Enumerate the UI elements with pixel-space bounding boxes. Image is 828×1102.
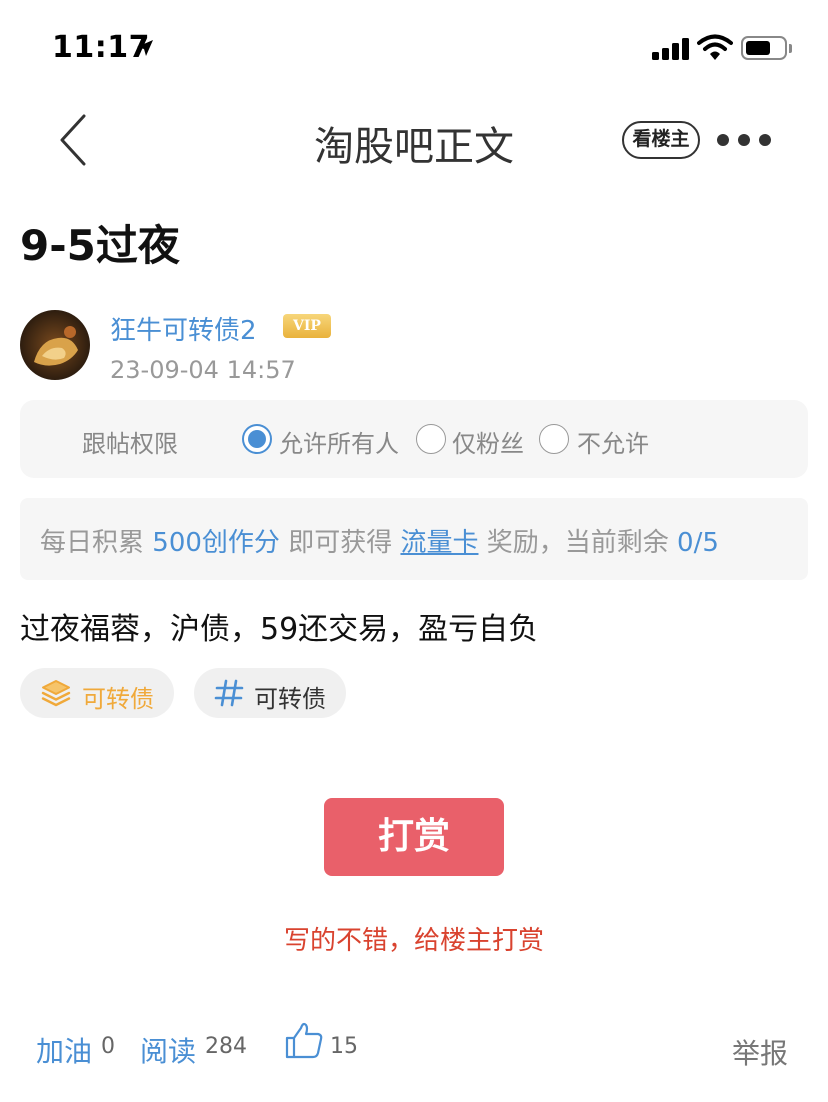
reply-permission-box: 跟帖权限 允许所有人 仅粉丝 不允许 [20, 400, 808, 478]
tag-label: 可转债 [82, 685, 154, 713]
tip-button[interactable]: 打赏 [324, 798, 504, 876]
reward-suffix: 奖励，当前剩余 [486, 528, 669, 558]
battery-icon [741, 36, 787, 60]
post-body: 过夜福蓉，沪债，59还交易，盈亏自负 [20, 612, 539, 647]
avatar[interactable] [20, 310, 90, 380]
page-title: 淘股吧正文 [314, 124, 514, 170]
like-count: 15 [330, 1034, 358, 1059]
radio-allow-all-label[interactable]: 允许所有人 [279, 424, 399, 459]
reward-notice-text: 每日积累 500创作分 即可获得 流量卡 奖励，当前剩余 0/5 [40, 522, 719, 559]
radio-disallow[interactable] [539, 424, 569, 454]
reply-permission-label: 跟帖权限 [82, 430, 178, 458]
reward-notice: 每日积累 500创作分 即可获得 流量卡 奖励，当前剩余 0/5 [20, 498, 808, 580]
read-label: 阅读 [140, 1035, 197, 1068]
cheer-button[interactable]: 加油 [36, 1030, 92, 1070]
report-button[interactable]: 举报 [732, 1032, 788, 1072]
tip-hint: 写的不错，给楼主打赏 [283, 926, 544, 956]
tag-convertible-bond-topic[interactable]: 可转债 [194, 668, 346, 718]
reward-middle: 即可获得 [288, 528, 393, 558]
radio-fans-only-label[interactable]: 仅粉丝 [452, 424, 524, 459]
author-name[interactable]: 狂牛可转债2 [110, 310, 257, 347]
reward-prefix: 每日积累 [40, 528, 145, 558]
wifi-icon [697, 34, 733, 60]
battery-tip [789, 44, 792, 53]
view-op-only-button[interactable]: 看楼主 [622, 121, 700, 159]
radio-fans-only[interactable] [416, 424, 446, 454]
traffic-card-link[interactable]: 流量卡 [400, 528, 478, 558]
hashtag-icon [214, 679, 244, 707]
reward-remaining: 0/5 [677, 528, 719, 558]
tag-label: 可转债 [254, 685, 326, 713]
more-options-icon[interactable] [714, 132, 774, 148]
location-arrow-icon [137, 40, 153, 56]
post-title: 9-5过夜 [20, 221, 180, 270]
vip-badge: VIP [283, 314, 331, 338]
layers-icon [41, 680, 71, 707]
status-bar: 11:17 [0, 0, 828, 96]
reward-points: 500创作分 [152, 528, 280, 558]
radio-allow-all[interactable] [242, 424, 272, 454]
post-time: 23-09-04 14:57 [110, 356, 296, 384]
read-count: 284 [205, 1034, 247, 1059]
tag-convertible-bond-category[interactable]: 可转债 [20, 668, 174, 718]
nav-bar: 淘股吧正文 看楼主 [0, 96, 828, 184]
thumbs-up-icon[interactable] [284, 1020, 324, 1060]
cheer-count: 0 [101, 1034, 115, 1059]
post-stats-bar: 加油 0 阅读 284 15 举报 [0, 1022, 828, 1072]
cellular-signal-icon [652, 38, 690, 60]
radio-disallow-label[interactable]: 不允许 [577, 424, 649, 459]
